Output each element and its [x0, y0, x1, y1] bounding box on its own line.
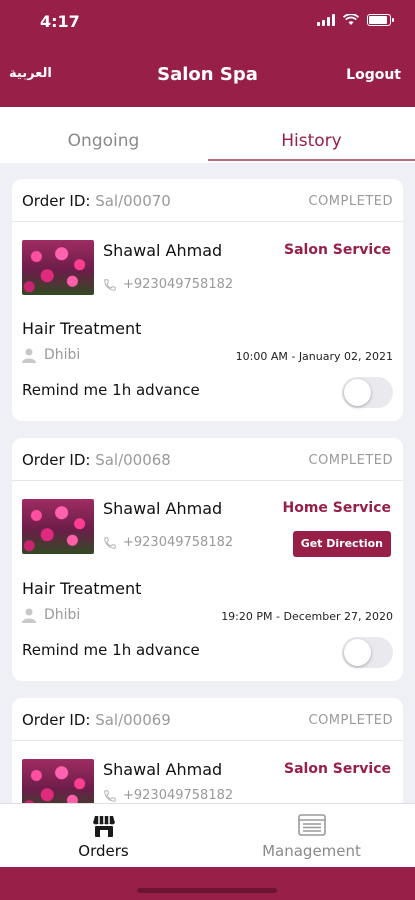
- phone-number: +923049758182: [123, 535, 234, 550]
- order-id-value: Sal/00069: [95, 711, 171, 729]
- order-id: Order ID: Sal/00070: [22, 192, 171, 210]
- appointment-datetime: 10:00 AM - January 02, 2021: [235, 350, 393, 363]
- order-id: Order ID: Sal/00068: [22, 451, 171, 469]
- nav-orders-label: Orders: [78, 842, 129, 860]
- order-id-value: Sal/00068: [95, 451, 171, 469]
- tab-history-label: History: [281, 131, 342, 151]
- customer-name: Shawal Ahmad: [103, 241, 223, 260]
- nav-orders[interactable]: Orders: [0, 804, 207, 868]
- status-bar: 4:17: [0, 12, 415, 34]
- home-bar: [0, 867, 415, 900]
- wifi-icon: [343, 14, 359, 25]
- nav-row: العربية Salon Spa Logout: [0, 64, 415, 88]
- order-card-header: Order ID: Sal/00069 COMPLETED: [12, 698, 403, 741]
- staff: Dhibi: [22, 347, 80, 363]
- customer-phone[interactable]: +923049758182: [103, 277, 233, 292]
- salon-thumbnail: [22, 499, 94, 554]
- remind-toggle[interactable]: [342, 377, 393, 408]
- customer-phone[interactable]: +923049758182: [103, 535, 233, 550]
- order-list[interactable]: Order ID: Sal/00070 COMPLETED Shawal Ahm…: [0, 163, 415, 803]
- service-type: Salon Service: [284, 761, 391, 777]
- status-time: 4:17: [40, 12, 80, 31]
- order-status: COMPLETED: [308, 194, 393, 209]
- bottom-nav: Orders Management: [0, 803, 415, 867]
- service-type: Salon Service: [284, 242, 391, 258]
- order-id: Order ID: Sal/00069: [22, 711, 171, 729]
- order-id-value: Sal/00070: [95, 192, 171, 210]
- staff-name: Dhibi: [44, 607, 81, 623]
- salon-thumbnail: [22, 240, 94, 295]
- status-icons: [317, 14, 394, 26]
- service-name: Hair Treatment: [22, 579, 142, 598]
- customer-phone[interactable]: +923049758182: [103, 788, 233, 803]
- logout-button[interactable]: Logout: [346, 67, 401, 83]
- active-tab-indicator: [208, 159, 415, 161]
- order-id-label: Order ID:: [22, 451, 96, 469]
- nav-management-label: Management: [262, 842, 361, 860]
- appointment-datetime: 19:20 PM - December 27, 2020: [221, 610, 393, 623]
- phone-icon: [104, 278, 116, 291]
- tab-ongoing[interactable]: Ongoing: [0, 107, 207, 163]
- nav-management[interactable]: Management: [208, 804, 415, 868]
- store-icon: [92, 816, 115, 837]
- user-icon: [22, 348, 36, 363]
- order-card[interactable]: Order ID: Sal/00069 COMPLETED Shawal Ahm…: [12, 698, 403, 803]
- order-id-label: Order ID:: [22, 192, 96, 210]
- customer-name: Shawal Ahmad: [103, 760, 223, 779]
- order-status: COMPLETED: [308, 713, 393, 728]
- signal-icon: [317, 14, 335, 26]
- management-icon: [297, 814, 326, 836]
- home-indicator[interactable]: [137, 888, 277, 893]
- customer-name: Shawal Ahmad: [103, 499, 223, 518]
- toggle-knob: [344, 379, 371, 406]
- remind-label: Remind me 1h advance: [22, 641, 200, 659]
- battery-icon: [367, 14, 394, 26]
- phone-number: +923049758182: [123, 788, 234, 803]
- phone-icon: [104, 536, 116, 549]
- user-icon: [22, 608, 36, 623]
- order-card-header: Order ID: Sal/00068 COMPLETED: [12, 438, 403, 481]
- remind-toggle[interactable]: [342, 637, 393, 668]
- phone-icon: [104, 789, 116, 802]
- order-card-header: Order ID: Sal/00070 COMPLETED: [12, 179, 403, 222]
- salon-thumbnail: [22, 759, 94, 803]
- remind-label: Remind me 1h advance: [22, 381, 200, 399]
- get-direction-button[interactable]: Get Direction: [292, 531, 391, 557]
- order-card[interactable]: Order ID: Sal/00070 COMPLETED Shawal Ahm…: [12, 179, 403, 421]
- phone-number: +923049758182: [123, 277, 234, 292]
- order-status: COMPLETED: [308, 453, 393, 468]
- order-tabs: Ongoing History: [0, 107, 415, 163]
- order-card[interactable]: Order ID: Sal/00068 COMPLETED Shawal Ahm…: [12, 438, 403, 681]
- staff: Dhibi: [22, 607, 80, 623]
- tab-history[interactable]: History: [208, 107, 415, 163]
- order-id-label: Order ID:: [22, 711, 96, 729]
- service-type: Home Service: [282, 500, 392, 516]
- staff-name: Dhibi: [44, 347, 81, 363]
- service-name: Hair Treatment: [22, 319, 142, 338]
- app-header: 4:17 العربية Salon Spa Logout: [0, 0, 415, 107]
- toggle-knob: [344, 639, 371, 666]
